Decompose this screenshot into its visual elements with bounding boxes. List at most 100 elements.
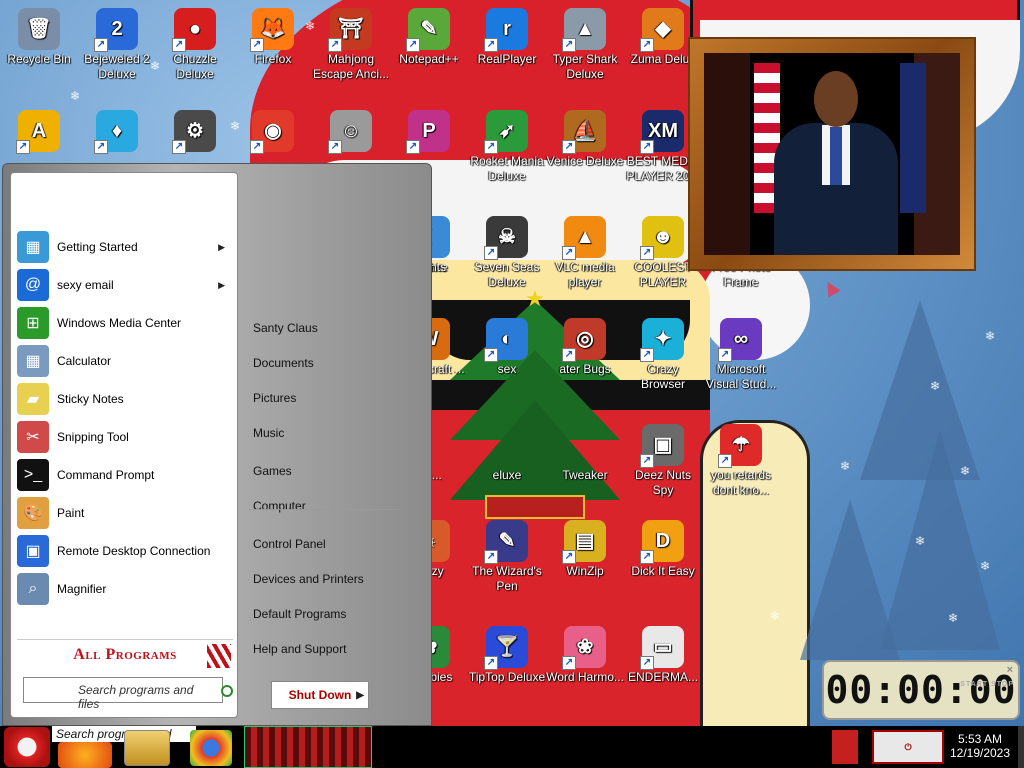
- all-programs-button[interactable]: All Programs: [17, 639, 233, 669]
- start-menu-item[interactable]: 🎨 Paint: [17, 495, 233, 531]
- start-menu-place[interactable]: Devices and Printers: [253, 572, 364, 586]
- shutdown-button[interactable]: Shut Down ▶: [271, 681, 369, 709]
- desktop-icon[interactable]: 🍸 ↗ TipTop Deluxe: [468, 626, 546, 685]
- start-button[interactable]: [4, 727, 50, 767]
- start-menu-item[interactable]: ✂ Snipping Tool: [17, 419, 233, 455]
- desktop-icon[interactable]: ▲ ↗ Typer Shark Deluxe: [546, 8, 624, 82]
- tray-icon[interactable]: [832, 730, 858, 764]
- desktop-icon[interactable]: ☂ ↗ you retards dont kno...: [702, 424, 780, 498]
- start-menu-item[interactable]: ⌕ Magnifier: [17, 571, 233, 607]
- desktop-icon[interactable]: Tweaker: [546, 424, 624, 483]
- desktop-icon[interactable]: ◎ ↗ ater Bugs: [546, 318, 624, 377]
- start-menu-item[interactable]: ⊞ Windows Media Center: [17, 305, 233, 341]
- photo-frame-gadget[interactable]: [688, 37, 976, 271]
- start-menu-place[interactable]: Santy Claus: [253, 321, 318, 335]
- chevron-right-icon[interactable]: ▶: [218, 280, 225, 291]
- desktop-icon[interactable]: ▣ ↗ Deez Nuts Spy: [624, 424, 702, 498]
- mahjong-icon: ⛩ ↗: [328, 8, 372, 52]
- start-menu-place[interactable]: Default Programs: [253, 607, 346, 621]
- shortcut-arrow-icon: ↗: [16, 140, 30, 154]
- start-menu-place[interactable]: Music: [253, 426, 284, 440]
- desktop-icon[interactable]: ∞ ↗ Microsoft Visual Stud...: [702, 318, 780, 392]
- start-menu-place[interactable]: Documents: [253, 356, 314, 370]
- mouse-cursor: [821, 278, 841, 298]
- tray-shutdown-icon[interactable]: ⏻: [872, 730, 944, 764]
- desktop-icon[interactable]: 🦊 ↗ Firefox: [234, 8, 312, 67]
- shortcut-arrow-icon: ↗: [718, 454, 732, 468]
- shortcut-arrow-icon: ↗: [172, 38, 186, 52]
- desktop-icon-label: Typer Shark Deluxe: [552, 52, 618, 81]
- stripes-icon: [207, 644, 231, 668]
- desktop-icon[interactable]: ❀ ↗ Word Harmo...: [546, 626, 624, 685]
- desktop-icon[interactable]: ◉ ↗: [234, 110, 312, 154]
- taskbar-window-button[interactable]: [244, 726, 372, 768]
- desktop-icon[interactable]: ⛵ ↗ Venice Deluxe: [546, 110, 624, 169]
- chevron-right-icon[interactable]: ▶: [218, 242, 225, 253]
- desktop-icon[interactable]: P ↗: [390, 110, 468, 154]
- start-menu-place[interactable]: Help and Support: [253, 642, 346, 656]
- desktop-icon[interactable]: ▭ ↗ ENDERMA...: [624, 626, 702, 685]
- timer-start-stop[interactable]: START STOP: [960, 680, 1014, 689]
- desktop-icon[interactable]: ▤ ↗ WinZip: [546, 520, 624, 579]
- explorer-taskbar-button[interactable]: [124, 730, 170, 766]
- show-desktop-button[interactable]: [1018, 726, 1024, 768]
- clock-date: 12/19/2023: [949, 746, 1011, 760]
- desktop-icon-label: Chuzzle Deluxe: [173, 52, 217, 81]
- desktop-icon[interactable]: r ↗ RealPlayer: [468, 8, 546, 67]
- desktop-icon[interactable]: ✎ ↗ Notepad++: [390, 8, 468, 67]
- start-menu-item[interactable]: >_ Command Prompt: [17, 457, 233, 493]
- shortcut-arrow-icon: ↗: [484, 550, 498, 564]
- firefox-taskbar-button[interactable]: [58, 742, 112, 768]
- timer-gadget[interactable]: 00:00:00 × START STOP: [822, 660, 1020, 720]
- desktop-icon-label: eluxe: [492, 468, 522, 482]
- start-menu-item[interactable]: ▰ Sticky Notes: [17, 381, 233, 417]
- desktop-icon[interactable]: ▲ ↗ VLC media player: [546, 216, 624, 290]
- start-menu-place[interactable]: Control Panel: [253, 537, 326, 551]
- desktop-icon-label: Rocket Mania Deluxe: [470, 154, 544, 183]
- desktop-icon[interactable]: 🗑 Recycle Bin: [0, 8, 78, 67]
- snowflake-icon: ❄: [770, 609, 781, 623]
- start-menu-place[interactable]: Games: [253, 464, 292, 478]
- snowflake-icon: ❄: [948, 611, 959, 625]
- chrome-taskbar-button[interactable]: [190, 730, 232, 766]
- start-menu-place[interactable]: Pictures: [253, 391, 296, 405]
- start-menu-item-label: Magnifier: [57, 582, 107, 596]
- start-menu-item[interactable]: ▦ Getting Started ▶: [17, 229, 233, 265]
- search-input[interactable]: Search programs and files: [23, 677, 223, 711]
- wizards-pen-icon: ✎ ↗: [484, 520, 528, 564]
- search-icon[interactable]: [221, 685, 233, 697]
- shortcut-arrow-icon: ↗: [718, 348, 732, 362]
- desktop-icon-label: The Wizard's Pen: [472, 564, 542, 593]
- desktop-icon[interactable]: ➶ ↗ Rocket Mania Deluxe: [468, 110, 546, 184]
- desktop-icon[interactable]: ☺ ↗: [312, 110, 390, 154]
- timer-display: 00:00:00: [825, 668, 1017, 712]
- desktop-icon[interactable]: ♦ ↗: [78, 110, 156, 154]
- start-menu-item[interactable]: ▣ Remote Desktop Connection: [17, 533, 233, 569]
- desktop-icon-label: ENDERMA...: [627, 670, 698, 684]
- program-icon: ▦: [17, 345, 49, 377]
- desktop-icon[interactable]: eluxe: [468, 424, 546, 483]
- clock-time: 5:53 AM: [957, 732, 1003, 746]
- desktop-icon[interactable]: ⛩ ↗ Mahjong Escape Anci...: [312, 8, 390, 82]
- person-portrait: [814, 71, 858, 127]
- start-menu-place[interactable]: Computer: [253, 499, 306, 513]
- clock[interactable]: 5:53 AM 12/19/2023: [944, 732, 1016, 760]
- desktop-icon[interactable]: D ↗ Dick It Easy: [624, 520, 702, 579]
- desktop-icon[interactable]: ✦ ↗ Crazy Browser: [624, 318, 702, 392]
- shortcut-arrow-icon: ↗: [406, 140, 420, 154]
- chevron-right-icon[interactable]: ▶: [356, 690, 364, 701]
- close-icon[interactable]: ×: [1007, 664, 1014, 676]
- desktop-icon[interactable]: ✎ ↗ The Wizard's Pen: [468, 520, 546, 594]
- desktop-icon[interactable]: ⚙ ↗: [156, 110, 234, 154]
- desktop-icon[interactable]: ☠ ↗ Seven Seas Deluxe: [468, 216, 546, 290]
- start-menu-item[interactable]: @ sexy email ▶: [17, 267, 233, 303]
- retards-icon: ☂ ↗: [718, 424, 762, 468]
- desktop-icon[interactable]: ● ↗ Chuzzle Deluxe: [156, 8, 234, 82]
- gear-icon: ⚙ ↗: [172, 110, 216, 154]
- visual-studio-icon: ∞ ↗: [718, 318, 762, 362]
- desktop-icon[interactable]: ◐ ↗ sex: [468, 318, 546, 377]
- desktop-icon[interactable]: 2 ↗ Bejeweled 2 Deluxe: [78, 8, 156, 82]
- desktop-icon-label: Firefox: [254, 52, 292, 66]
- desktop-icon[interactable]: A ↗: [0, 110, 78, 154]
- start-menu-item[interactable]: ▦ Calculator: [17, 343, 233, 379]
